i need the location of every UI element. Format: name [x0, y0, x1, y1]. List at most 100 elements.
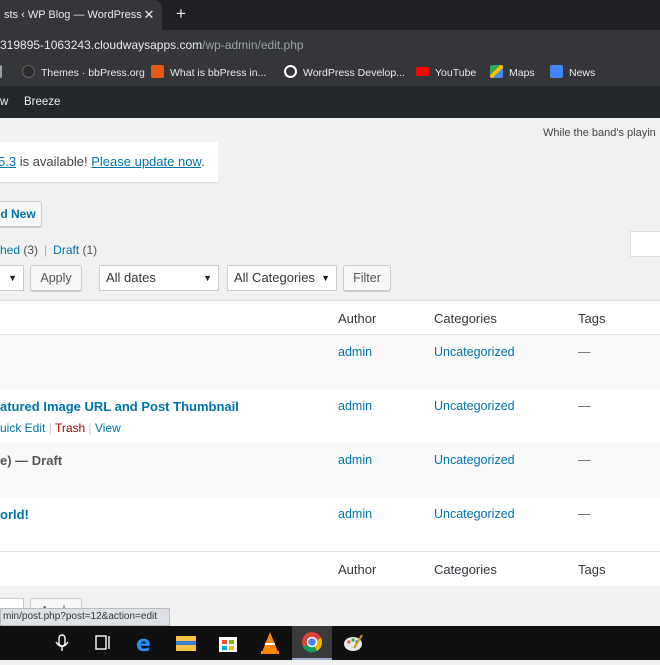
link-status-tooltip: min/post.php?post=12&action=edit — [0, 608, 170, 626]
categories-value: All Categories — [234, 270, 315, 285]
table-row: atured Image URL and Post Thumbnail uick… — [0, 389, 660, 443]
row-title-link[interactable]: atured Image URL and Post Thumbnail — [0, 399, 239, 414]
chevron-down-icon: ▼ — [321, 273, 330, 283]
row-title: e) — Draft — [0, 453, 62, 468]
footer-column-author[interactable]: Author — [338, 562, 376, 577]
bbpress-icon — [22, 65, 35, 78]
dates-select[interactable]: All dates ▼ — [99, 265, 219, 291]
row-title-link[interactable]: orld! — [0, 507, 29, 522]
apply-button[interactable]: Apply — [30, 265, 82, 291]
row-author[interactable]: admin — [338, 453, 372, 467]
bulk-actions-select[interactable]: ▼ — [0, 265, 24, 291]
table-row: e) — Draft admin Uncategorized — — [0, 443, 660, 497]
add-new-button[interactable]: d New — [0, 201, 42, 227]
table-row: admin Uncategorized — — [0, 335, 660, 389]
bookmarks-bar: Themes · bbPress.org What is bbPress in.… — [0, 60, 660, 86]
published-count: (3) — [20, 243, 39, 257]
bookmark-bbpress-themes[interactable]: Themes · bbPress.org — [22, 60, 145, 86]
draft-count: (1) — [79, 243, 98, 257]
chevron-down-icon: ▼ — [203, 273, 212, 283]
adminbar-breeze[interactable]: Breeze — [24, 86, 60, 118]
new-tab-icon[interactable]: + — [172, 0, 190, 30]
microphone-icon[interactable] — [42, 626, 82, 660]
bookmark-label: Themes · bbPress.org — [41, 67, 145, 79]
row-title-link[interactable]: e) — [0, 453, 12, 468]
store-icon[interactable] — [208, 626, 248, 660]
news-icon — [550, 65, 563, 78]
dates-value: All dates — [106, 270, 156, 285]
row-category[interactable]: Uncategorized — [434, 399, 515, 413]
search-posts-input[interactable] — [630, 231, 660, 257]
notice-text: is available! — [16, 154, 92, 169]
row-tags: — — [578, 345, 591, 359]
bookmark-label: News — [569, 67, 596, 79]
bookmark-label: Maps — [509, 67, 535, 79]
file-explorer-icon[interactable] — [166, 626, 206, 660]
browser-tab-bar: sts ‹ WP Blog — WordPress ✕ + — [0, 0, 660, 30]
row-category[interactable]: Uncategorized — [434, 507, 515, 521]
column-author[interactable]: Author — [338, 311, 376, 326]
filter-button[interactable]: Filter — [343, 265, 391, 291]
url-path: /wp-admin/edit.php — [202, 38, 304, 52]
row-post-state: — Draft — [11, 453, 63, 468]
footer-column-categories: Categories — [434, 562, 497, 577]
row-author[interactable]: admin — [338, 399, 372, 413]
table-row: orld! admin Uncategorized — — [0, 497, 660, 551]
row-category[interactable]: Uncategorized — [434, 345, 515, 359]
filter-draft[interactable]: Draft — [53, 243, 79, 257]
trash-link[interactable]: Trash — [55, 421, 85, 435]
chrome-icon[interactable] — [292, 626, 332, 660]
edge-icon[interactable]: e — [124, 626, 164, 660]
bookmark-label: What is bbPress in... — [170, 67, 267, 79]
view-link[interactable]: View — [95, 421, 121, 435]
bookmark-news[interactable]: News — [550, 60, 595, 86]
youtube-icon — [416, 67, 429, 76]
bookmark-wordpress-developer[interactable]: WordPress Develop... — [284, 60, 405, 86]
main-content: While the band's playin 5.3 is available… — [0, 118, 660, 626]
row-category[interactable]: Uncategorized — [434, 453, 515, 467]
categories-select[interactable]: All Categories ▼ — [227, 265, 337, 291]
row-actions: uick Edit | Trash | View — [0, 421, 121, 435]
bookmark-youtube[interactable]: YouTube — [416, 60, 476, 86]
paint-icon[interactable] — [334, 626, 374, 660]
svg-text:e: e — [136, 632, 151, 657]
site-icon — [151, 65, 164, 78]
address-bar[interactable]: 319895-1063243.cloudwaysapps.com/wp-admi… — [0, 30, 660, 60]
column-categories: Categories — [434, 311, 497, 326]
row-author[interactable]: admin — [338, 345, 372, 359]
posts-table: Author Categories Tags admin Uncategoriz… — [0, 300, 660, 586]
row-tags: — — [578, 453, 591, 467]
row-tags: — — [578, 399, 591, 413]
update-notice: 5.3 is available! Please update now. — [0, 142, 218, 182]
bookmark-maps[interactable]: Maps — [490, 60, 535, 86]
bookmark-label: YouTube — [435, 67, 477, 79]
tab-title: sts ‹ WP Blog — WordPress — [4, 9, 142, 21]
bookmark-what-is-bbpress[interactable]: What is bbPress in... — [151, 60, 266, 86]
filter-published[interactable]: hed — [0, 243, 20, 257]
bookmark-item[interactable] — [0, 60, 8, 86]
bookmark-label: WordPress Develop... — [303, 67, 405, 79]
page-icon — [0, 65, 2, 78]
table-header: Author Categories Tags — [0, 301, 660, 335]
version-link[interactable]: 5.3 — [0, 154, 16, 169]
filter-separator: | — [44, 243, 48, 257]
footer-column-tags: Tags — [578, 562, 606, 577]
maps-icon — [490, 65, 503, 78]
quick-edit-link[interactable]: uick Edit — [0, 421, 45, 435]
close-tab-icon[interactable]: ✕ — [142, 0, 156, 30]
vlc-icon[interactable] — [250, 626, 290, 660]
hello-dolly-lyric: While the band's playin — [543, 127, 656, 139]
notice-period: . — [201, 154, 205, 169]
wp-admin-bar: w Breeze — [0, 86, 660, 118]
row-tags: — — [578, 507, 591, 521]
browser-tab[interactable]: sts ‹ WP Blog — WordPress — [0, 0, 162, 30]
url-text[interactable]: 319895-1063243.cloudwaysapps.com/wp-admi… — [0, 37, 304, 53]
update-now-link[interactable]: Please update now — [91, 154, 201, 169]
adminbar-new-item[interactable]: w — [0, 86, 8, 118]
windows-taskbar: e — [0, 626, 660, 660]
row-author[interactable]: admin — [338, 507, 372, 521]
wordpress-icon — [284, 65, 297, 78]
table-footer: Author Categories Tags — [0, 551, 660, 586]
task-view-icon[interactable] — [82, 626, 122, 660]
column-tags: Tags — [578, 311, 606, 326]
